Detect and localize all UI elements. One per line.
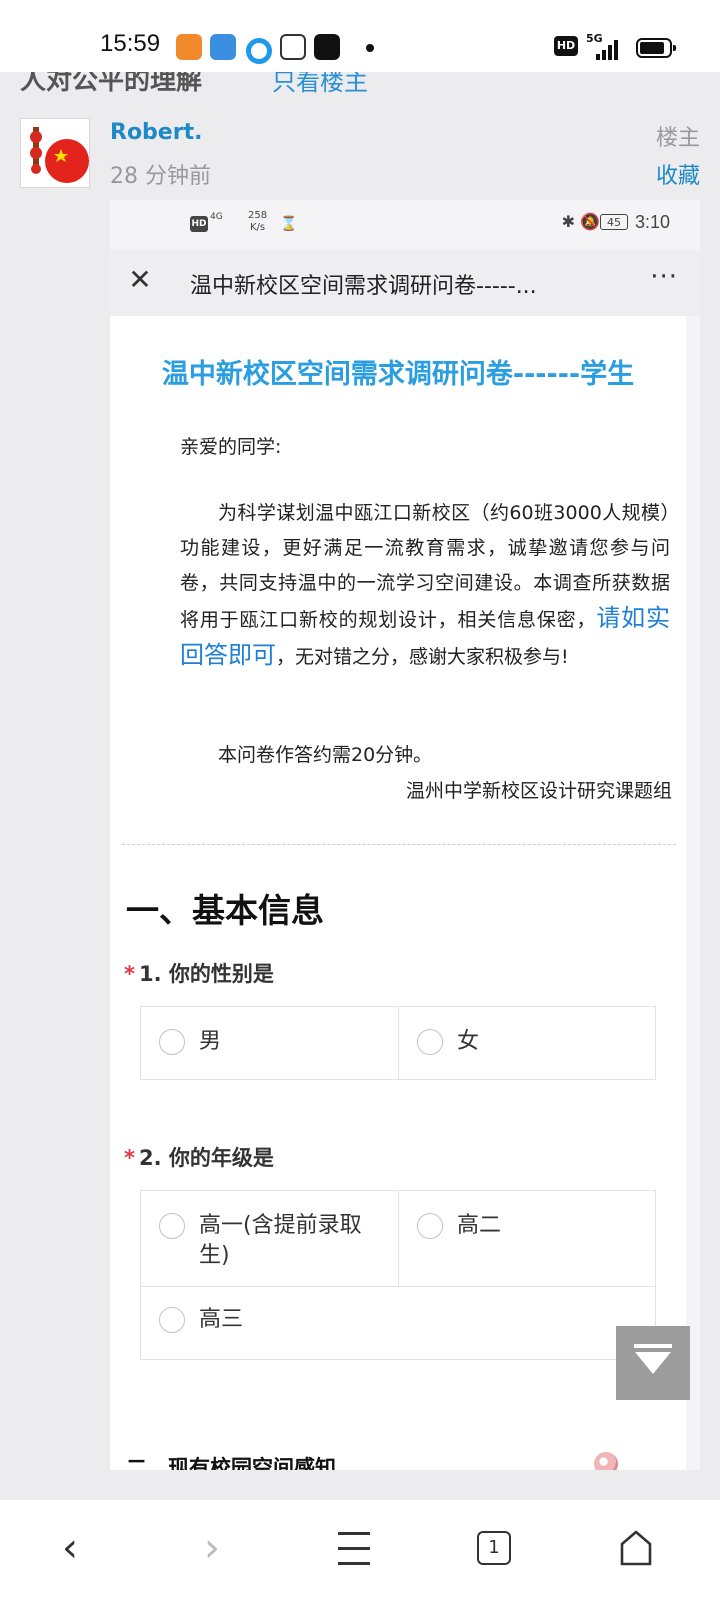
q2-option-grade11[interactable]: 高二 (399, 1191, 655, 1287)
browser-toolbar: ‹ › 1 (0, 1500, 720, 1600)
chevron-down-icon (635, 1352, 671, 1374)
q1-option-male[interactable]: 男 (141, 1007, 399, 1079)
embedded-hd-icon: HD (190, 216, 208, 232)
menu-icon (324, 1518, 384, 1578)
forum-thread-header: 人对公平的理解 只看楼主 (0, 72, 720, 102)
bluetooth-mute-icons: ✱ 🔕 (561, 212, 600, 231)
hd-icon: HD (554, 36, 578, 56)
home-icon (620, 1530, 652, 1566)
tab-count: 1 (477, 1531, 511, 1565)
bar-icon (634, 1344, 672, 1348)
intro-text-2: ，无对错之分，感谢大家积极参与! (276, 646, 569, 668)
survey-intro: 为科学谋划温中瓯江口新校区（约60班3000人规模）功能建设，更好满足一流教育需… (180, 496, 670, 675)
option-label: 高二 (457, 1213, 502, 1238)
embedded-nav-bar: ✕ 温中新校区空间需求调研问卷-----... ··· (110, 250, 700, 316)
radio-icon[interactable] (159, 1029, 185, 1055)
embedded-net-speed: 258 K/s (248, 210, 267, 234)
radio-icon[interactable] (417, 1213, 443, 1239)
paper-plane-app-icon (210, 34, 236, 60)
survey-signature: 温州中学新校区设计研究课题组 (405, 780, 672, 802)
divider (122, 844, 676, 845)
survey-greeting: 亲爱的同学: (180, 436, 282, 458)
tabs-button[interactable]: 1 (464, 1518, 524, 1578)
collect-button[interactable]: 收藏 (656, 158, 700, 190)
required-mark: * (124, 1146, 135, 1170)
option-label: 男 (199, 1029, 222, 1054)
uc-browser-app-icon (176, 34, 202, 60)
radio-icon[interactable] (159, 1213, 185, 1239)
status-time: 15:59 (100, 30, 161, 57)
q2-text: 2. 你的年级是 (138, 1146, 274, 1170)
section-1-title: 一、基本信息 (126, 891, 324, 930)
option-label: 高三 (199, 1307, 244, 1332)
duration-note: 本问卷作答约需20分钟。 (218, 744, 433, 766)
home-button[interactable] (606, 1518, 666, 1578)
q2-options: 高一(含提前录取生) 高二 高三 (140, 1190, 656, 1360)
username[interactable]: Robert. (110, 120, 202, 145)
q1-text: 1. 你的性别是 (138, 962, 274, 986)
option-label: 高一(含提前录取生) (199, 1213, 362, 1268)
tv-app-icon (280, 34, 306, 60)
browser-app-icon (246, 38, 272, 64)
hourglass-icon: ⌛ (280, 216, 298, 232)
radio-icon[interactable] (159, 1307, 185, 1333)
close-icon: ✕ (128, 263, 152, 296)
flag-ball-avatar-icon (30, 127, 89, 183)
q1-options: 男 女 (140, 1006, 656, 1080)
q2-option-grade10[interactable]: 高一(含提前录取生) (141, 1191, 399, 1287)
sticker-icon (594, 1452, 618, 1470)
embedded-battery-icon: 45 (600, 214, 628, 230)
menu-button[interactable] (324, 1518, 384, 1578)
post-time: 28 分钟前 (110, 164, 211, 189)
avatar[interactable] (20, 118, 90, 188)
embedded-status-bar: HD 4G 258 K/s ⌛ ✱ 🔕 45 3:10 (110, 200, 700, 250)
embedded-page-title: 温中新校区空间需求调研问卷-----... (190, 274, 537, 299)
survey-card: 温中新校区空间需求调研问卷------学生 亲爱的同学: 为科学谋划温中瓯江口新… (110, 316, 686, 1470)
only-owner-link[interactable]: 只看楼主 (272, 72, 368, 97)
embedded-time: 3:10 (634, 212, 670, 232)
back-button[interactable]: ‹ (40, 1518, 100, 1578)
option-label: 女 (457, 1029, 480, 1054)
embedded-speed-unit: K/s (249, 222, 266, 233)
forward-icon: › (204, 1525, 220, 1571)
back-icon: ‹ (62, 1525, 78, 1571)
embedded-network-label: 4G (210, 212, 223, 222)
required-mark: * (124, 962, 135, 986)
thread-title: 人对公平的理解 (20, 72, 203, 96)
q1-label: * 1. 你的性别是 (124, 958, 274, 988)
battery-icon (636, 38, 676, 58)
post-image[interactable]: HD 4G 258 K/s ⌛ ✱ 🔕 45 3:10 ✕ 温中新校区空间需求调… (110, 200, 700, 1470)
forward-button[interactable]: › (182, 1518, 242, 1578)
q2-label: * 2. 你的年级是 (124, 1142, 274, 1172)
signal-icon (596, 38, 624, 60)
owner-badge: 楼主 (655, 126, 700, 151)
tiktok-app-icon (314, 34, 340, 60)
more-icon: ··· (650, 262, 678, 292)
embedded-speed-value: 258 (248, 210, 268, 221)
more-notifications-dot-icon (366, 44, 374, 52)
survey-title: 温中新校区空间需求调研问卷------学生 (161, 359, 635, 390)
radio-icon[interactable] (417, 1029, 443, 1055)
q1-option-female[interactable]: 女 (399, 1007, 655, 1079)
section-2-title: 二、现有校园空间感知 (126, 1456, 336, 1470)
status-bar: 15:59 HD 5G (0, 0, 720, 72)
q2-option-grade12[interactable]: 高三 (141, 1287, 655, 1359)
scroll-to-bottom-button[interactable] (616, 1326, 690, 1400)
